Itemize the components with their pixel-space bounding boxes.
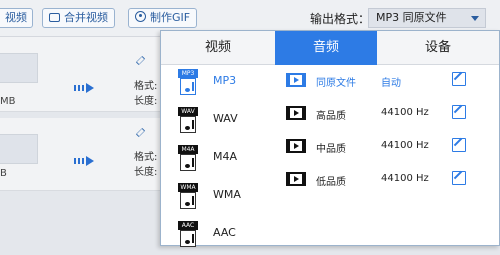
make-gif-label: 制作GIF: [150, 11, 191, 24]
dropdown-caret-icon: [471, 16, 479, 21]
format-dropdown-panel: 视频 音频 设备 MP3 MP3 WAV WAV M4A M4A WMA WMA…: [160, 30, 500, 247]
quality-name: 中品质: [316, 144, 346, 155]
convert-arrow-icon: [74, 83, 96, 93]
file-length-label: 长度:: [134, 96, 158, 107]
quality-name: 同原文件: [316, 78, 356, 89]
merge-video-label: 合并视频: [64, 11, 108, 24]
format-tabs: 视频 音频 设备: [161, 31, 500, 65]
quality-item-low[interactable]: 低品质 44100 Hz: [275, 168, 499, 192]
file-format-label: 格式:: [134, 152, 158, 163]
format-label: MP3: [213, 74, 237, 87]
format-label: WMA: [213, 188, 241, 201]
format-item-wav[interactable]: WAV WAV: [161, 103, 274, 141]
quality-rate: 44100 Hz: [381, 140, 429, 151]
audio-file-icon: WMA: [178, 183, 198, 209]
edit-icon[interactable]: [452, 138, 466, 152]
output-format-value: MP3 同原文件: [376, 11, 447, 24]
film-icon: [286, 139, 306, 153]
file-format-label: 格式:: [134, 81, 158, 92]
merge-video-button[interactable]: 合并视频: [42, 8, 115, 28]
quality-item-original[interactable]: 同原文件 自动: [275, 69, 499, 93]
gif-icon: [135, 11, 146, 22]
format-label: AAC: [213, 226, 236, 239]
audio-file-icon: M4A: [178, 145, 198, 171]
edit-pencil-icon[interactable]: [135, 55, 146, 66]
file-size: MB: [0, 96, 16, 107]
tab-video[interactable]: 视频: [161, 31, 275, 65]
edit-icon[interactable]: [452, 171, 466, 185]
file-length-label: 长度:: [134, 167, 158, 178]
quality-item-high[interactable]: 高品质 44100 Hz: [275, 102, 499, 126]
audio-format-list: MP3 MP3 WAV WAV M4A M4A WMA WMA AAC AAC: [161, 65, 276, 247]
output-format-select[interactable]: MP3 同原文件: [368, 8, 486, 28]
format-item-wma[interactable]: WMA WMA: [161, 179, 274, 217]
tab-device[interactable]: 设备: [377, 31, 499, 65]
format-label: M4A: [213, 150, 238, 163]
tab-audio[interactable]: 音频: [275, 31, 377, 65]
quality-rate: 自动: [381, 78, 401, 89]
merge-icon: [49, 13, 60, 22]
quality-name: 低品质: [316, 177, 346, 188]
file-thumbnail: [0, 53, 38, 83]
file-row[interactable]: MB 格式: 长度:: [0, 37, 160, 112]
format-item-m4a[interactable]: M4A M4A: [161, 141, 274, 179]
audio-file-icon: WAV: [178, 107, 198, 133]
quality-item-medium[interactable]: 中品质 44100 Hz: [275, 135, 499, 159]
audio-file-icon: AAC: [178, 221, 198, 247]
convert-arrow-icon: [74, 156, 96, 166]
edit-pencil-icon[interactable]: [135, 127, 146, 138]
quality-rate: 44100 Hz: [381, 173, 429, 184]
edit-icon[interactable]: [452, 105, 466, 119]
output-format-label: 输出格式：: [310, 12, 371, 26]
quality-name: 高品质: [316, 111, 346, 122]
file-row[interactable]: B 格式: 长度:: [0, 118, 160, 191]
file-thumbnail: [0, 134, 38, 164]
video-button[interactable]: 视频: [0, 8, 33, 28]
format-label: WAV: [213, 112, 238, 125]
video-button-label: 视频: [5, 11, 27, 24]
film-icon: [286, 172, 306, 186]
file-size: B: [0, 168, 7, 179]
quality-preset-list: 同原文件 自动 高品质 44100 Hz 中品质 44100 Hz 低品质 44…: [275, 65, 499, 245]
film-icon: [286, 73, 306, 87]
make-gif-button[interactable]: 制作GIF: [128, 8, 198, 28]
format-item-mp3[interactable]: MP3 MP3: [161, 65, 274, 103]
film-icon: [286, 106, 306, 120]
edit-icon[interactable]: [452, 72, 466, 86]
format-item-aac[interactable]: AAC AAC: [161, 217, 274, 255]
audio-file-icon: MP3: [178, 69, 198, 95]
quality-rate: 44100 Hz: [381, 107, 429, 118]
